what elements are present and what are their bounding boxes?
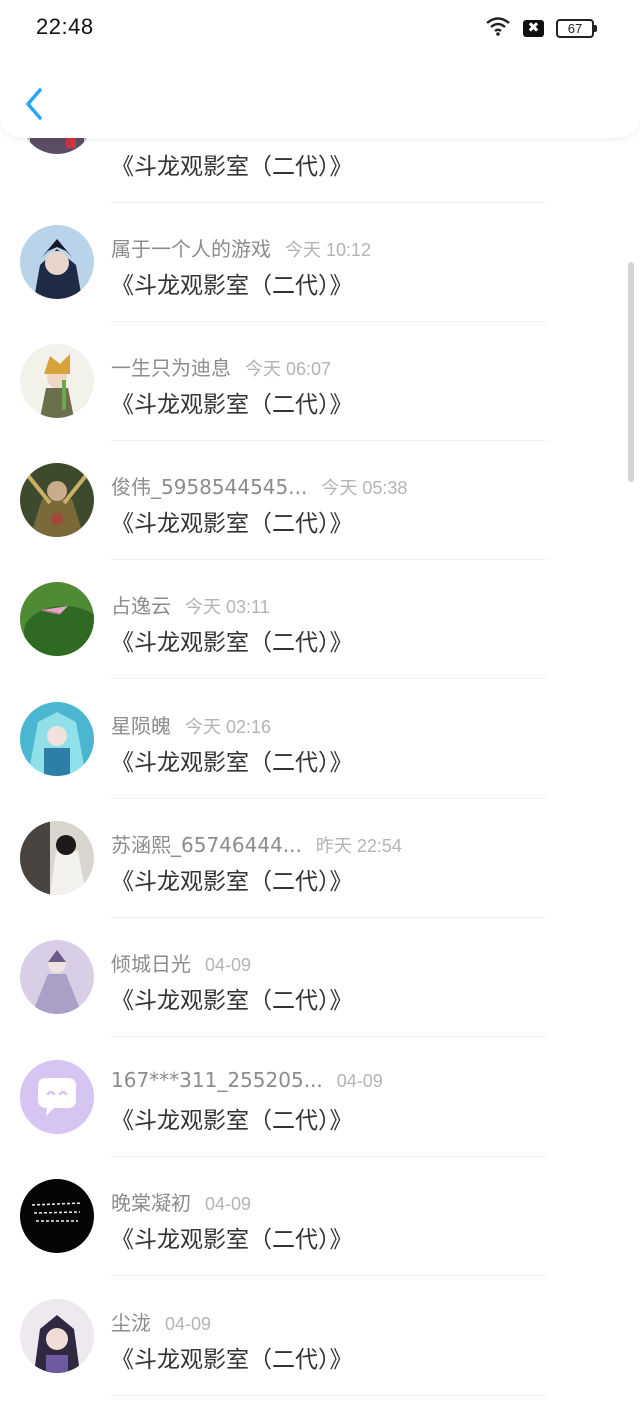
avatar[interactable] <box>20 1179 94 1253</box>
user-name[interactable]: 晚棠凝初 <box>111 1191 191 1215</box>
item-meta: 一生只为迪息 今天 06:07 <box>111 352 331 381</box>
divider <box>111 1275 546 1276</box>
close-badge-icon: ✖ <box>523 19 544 37</box>
item-meta: 晚棠凝初 04-09 <box>111 1187 251 1216</box>
comment-time: 今天 06:07 <box>245 359 332 379</box>
comment-message: 《斗龙观影室（二代）》 <box>111 511 353 537</box>
status-icons: ✖ 67 <box>485 16 597 40</box>
comment-time: 04-09 <box>205 955 252 975</box>
chevron-left-icon <box>26 88 42 120</box>
comment-time: 04-09 <box>165 1314 212 1334</box>
battery-icon: 67 <box>556 18 597 38</box>
divider <box>111 678 546 679</box>
wifi-icon <box>485 16 511 40</box>
comment-message: 《斗龙观影室（二代）》 <box>111 1347 353 1373</box>
comment-message: 《斗龙观影室（二代）》 <box>111 1227 353 1253</box>
list-item[interactable]: 占逸云 今天 03:11 《斗龙观影室（二代）》 <box>0 560 640 679</box>
item-meta: 167***311_255205... 04-09 <box>111 1068 383 1092</box>
list-item[interactable]: 俊伟_5958544545... 今天 05:38 《斗龙观影室（二代）》 <box>0 441 640 560</box>
list-item[interactable]: 尘泷 04-09 《斗龙观影室（二代）》 <box>0 1277 640 1396</box>
comment-message: 《斗龙观影室（二代）》 <box>111 988 353 1014</box>
comment-time: 今天 03:11 <box>185 597 270 617</box>
item-meta: 尘泷 04-09 <box>111 1307 211 1336</box>
divider <box>111 1036 546 1037</box>
list-item[interactable]: 一生只为迪息 今天 06:07 《斗龙观影室（二代）》 <box>0 322 640 441</box>
top-bar: 22:48 ✖ 67 <box>0 0 640 138</box>
avatar[interactable] <box>20 463 94 537</box>
user-name[interactable]: 167***311_255205... <box>111 1068 323 1092</box>
avatar[interactable] <box>20 702 94 776</box>
list-item[interactable]: 星陨魄 今天 02:16 《斗龙观影室（二代）》 <box>0 680 640 799</box>
list-item[interactable]: 晚棠凝初 04-09 《斗龙观影室（二代）》 <box>0 1157 640 1276</box>
comment-message: 《斗龙观影室（二代）》 <box>111 630 353 656</box>
avatar[interactable] <box>20 582 94 656</box>
item-meta: 俊伟_5958544545... 今天 05:38 <box>111 471 407 500</box>
user-name[interactable]: 占逸云 <box>111 594 171 618</box>
scrollbar[interactable] <box>628 262 634 482</box>
user-name[interactable]: 尘泷 <box>111 1311 151 1335</box>
list-item[interactable]: 倾城日光 04-09 《斗龙观影室（二代）》 <box>0 918 640 1037</box>
item-meta: 苏涵熙_65746444... 昨天 22:54 <box>111 829 402 858</box>
comment-message: 《斗龙观影室（二代）》 <box>111 392 353 418</box>
divider <box>111 1395 546 1396</box>
user-name[interactable]: 一生只为迪息 <box>111 356 231 380</box>
avatar[interactable] <box>20 1060 94 1134</box>
comment-time: 今天 05:38 <box>321 478 408 498</box>
avatar[interactable] <box>20 225 94 299</box>
comment-time: 昨天 22:54 <box>315 836 402 856</box>
list-item[interactable]: 属于一个人的游戏 今天 10:12 《斗龙观影室（二代）》 <box>0 203 640 322</box>
user-name[interactable]: 苏涵熙_65746444... <box>111 833 302 857</box>
item-meta: 占逸云 今天 03:11 <box>111 590 270 619</box>
item-meta: 倾城日光 04-09 <box>111 948 251 977</box>
avatar[interactable] <box>20 821 94 895</box>
comment-message: 《斗龙观影室（二代）》 <box>111 869 353 895</box>
avatar[interactable] <box>20 344 94 418</box>
avatar[interactable] <box>20 1299 94 1373</box>
item-meta: 星陨魄 今天 02:16 <box>111 710 271 739</box>
comment-time: 今天 10:12 <box>285 240 372 260</box>
list-item[interactable]: 苏涵熙_65746444... 昨天 22:54 《斗龙观影室（二代）》 <box>0 799 640 918</box>
comment-time: 今天 02:16 <box>185 717 272 737</box>
list-item[interactable]: 167***311_255205... 04-09 《斗龙观影室（二代）》 <box>0 1038 640 1157</box>
comment-message: 《斗龙观影室（二代）》 <box>111 1108 353 1134</box>
comment-message: 《斗龙观影室（二代）》 <box>111 750 353 776</box>
comment-time: 04-09 <box>336 1071 383 1091</box>
chat-bubble-icon <box>20 1060 94 1134</box>
back-button[interactable] <box>20 84 50 124</box>
item-meta: 属于一个人的游戏 今天 10:12 <box>111 233 371 262</box>
status-time: 22:48 <box>36 14 94 39</box>
user-name[interactable]: 倾城日光 <box>111 952 191 976</box>
comment-message: 《斗龙观影室（二代）》 <box>111 273 353 299</box>
avatar[interactable] <box>20 940 94 1014</box>
comment-message: 《斗龙观影室（二代）》 <box>111 154 353 180</box>
user-name[interactable]: 属于一个人的游戏 <box>111 237 271 261</box>
user-name[interactable]: 星陨魄 <box>111 714 171 738</box>
comment-time: 04-09 <box>205 1194 252 1214</box>
user-name[interactable]: 俊伟_5958544545... <box>111 475 307 499</box>
